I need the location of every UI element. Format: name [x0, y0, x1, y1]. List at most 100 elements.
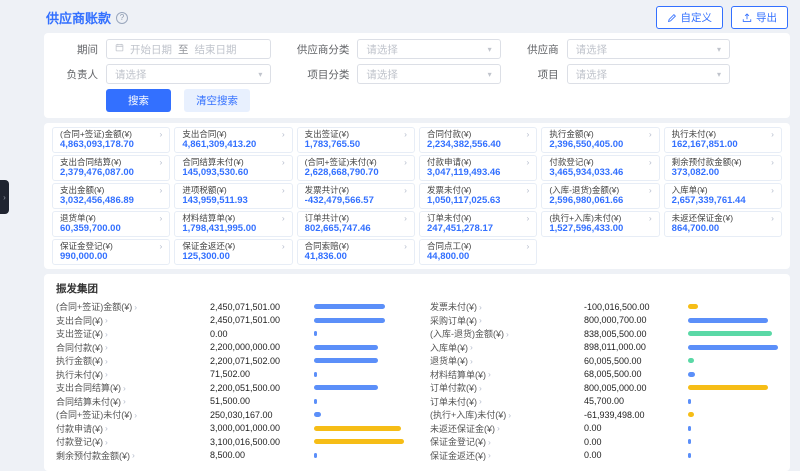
stat-card[interactable]: 合同索赔(¥) › 41,836.00	[297, 239, 415, 265]
stat-card[interactable]: 合同结算未付(¥) › 145,093,530.60	[174, 155, 292, 181]
stat-value[interactable]: 4,861,309,413.20	[182, 140, 284, 150]
stat-card[interactable]: 发票未付(¥) › 1,050,117,025.63	[419, 183, 537, 209]
stat-card[interactable]: 保证金登记(¥) › 990,000.00	[52, 239, 170, 265]
stat-value[interactable]: 3,465,934,033.46	[549, 168, 651, 178]
metric-label[interactable]: (执行+入库)未付(¥) ›	[430, 408, 580, 421]
stat-card[interactable]: 订单共计(¥) › 802,665,747.46	[297, 211, 415, 237]
metric-bar	[688, 372, 778, 377]
metric-label[interactable]: 执行金额(¥) ›	[56, 354, 206, 367]
metric-label[interactable]: (合同+签证)金额(¥) ›	[56, 300, 206, 313]
stat-card[interactable]: 执行金额(¥) › 2,396,550,405.00	[541, 127, 659, 153]
stat-value[interactable]: 247,451,278.17	[427, 224, 529, 234]
metric-label[interactable]: 执行未付(¥) ›	[56, 368, 206, 381]
export-button[interactable]: 导出	[731, 6, 788, 29]
metric-label[interactable]: 未返还保证金(¥) ›	[430, 422, 580, 435]
stat-card[interactable]: 材料结算单(¥) › 1,798,431,995.00	[174, 211, 292, 237]
stat-value[interactable]: 1,050,117,025.63	[427, 196, 529, 206]
stat-card[interactable]: 支出金额(¥) › 3,032,456,486.89	[52, 183, 170, 209]
metric-label[interactable]: 合同结算未付(¥) ›	[56, 395, 206, 408]
stat-value[interactable]: 2,628,668,790.70	[305, 168, 407, 178]
stat-value[interactable]: 162,167,851.00	[672, 140, 774, 150]
metric-label[interactable]: 订单未付(¥) ›	[430, 395, 580, 408]
project-category-select[interactable]: 请选择 ▾	[357, 64, 500, 84]
stat-value[interactable]: 2,657,339,761.44	[672, 196, 774, 206]
stat-value[interactable]: 373,082.00	[672, 168, 774, 178]
stat-card[interactable]: 保证金返还(¥) › 125,300.00	[174, 239, 292, 265]
owner-select[interactable]: 请选择 ▾	[106, 64, 271, 84]
metric-label[interactable]: 采购订单(¥) ›	[430, 314, 580, 327]
stat-value[interactable]: 60,359,700.00	[60, 224, 162, 234]
metric-label[interactable]: 材料结算单(¥) ›	[430, 368, 580, 381]
metric-label[interactable]: 发票未付(¥) ›	[430, 300, 580, 313]
period-range-input[interactable]: 开始日期 至 结束日期	[106, 39, 271, 59]
metric-label[interactable]: 保证金返还(¥) ›	[430, 449, 580, 462]
stat-card[interactable]: (合同+签证)金额(¥) › 4,863,093,178.70	[52, 127, 170, 153]
stat-card[interactable]: 合同点工(¥) › 44,800.00	[419, 239, 537, 265]
metric-label[interactable]: 保证金登记(¥) ›	[430, 435, 580, 448]
stat-card[interactable]: 发票共计(¥) › -432,479,566.57	[297, 183, 415, 209]
stat-card[interactable]: 未返还保证金(¥) › 864,700.00	[664, 211, 782, 237]
metric-label[interactable]: (合同+签证)未付(¥) ›	[56, 408, 206, 421]
stat-card[interactable]: 进项税额(¥) › 143,959,511.93	[174, 183, 292, 209]
stat-card[interactable]: 付款登记(¥) › 3,465,934,033.46	[541, 155, 659, 181]
metric-label[interactable]: 付款申请(¥) ›	[56, 422, 206, 435]
chevron-down-icon: ▾	[717, 45, 721, 54]
stat-card[interactable]: 剩余预付款金额(¥) › 373,082.00	[664, 155, 782, 181]
metric-label[interactable]: 退货单(¥) ›	[430, 354, 580, 367]
clear-search-button[interactable]: 清空搜索	[184, 89, 250, 112]
help-icon[interactable]: ?	[116, 12, 128, 24]
search-button[interactable]: 搜索	[106, 89, 171, 112]
metric-label[interactable]: 支出签证(¥) ›	[56, 327, 206, 340]
metric-label[interactable]: 付款登记(¥) ›	[56, 435, 206, 448]
project-select[interactable]: 请选择 ▾	[567, 64, 730, 84]
stat-card[interactable]: 执行未付(¥) › 162,167,851.00	[664, 127, 782, 153]
chevron-right-icon: ›	[526, 185, 529, 195]
stat-value[interactable]: -432,479,566.57	[305, 196, 407, 206]
stat-value[interactable]: 802,665,747.46	[305, 224, 407, 234]
stat-value[interactable]: 41,836.00	[305, 252, 407, 262]
stat-value[interactable]: 3,032,456,486.89	[60, 196, 162, 206]
stat-card[interactable]: (合同+签证)未付(¥) › 2,628,668,790.70	[297, 155, 415, 181]
stat-card[interactable]: 支出合同结算(¥) › 2,379,476,087.00	[52, 155, 170, 181]
customize-button[interactable]: 自定义	[656, 6, 724, 29]
stat-value[interactable]: 1,527,596,433.00	[549, 224, 651, 234]
supplier-category-select[interactable]: 请选择 ▾	[357, 39, 500, 59]
metric-label[interactable]: 支出合同结算(¥) ›	[56, 381, 206, 394]
stat-value[interactable]: 1,783,765.50	[305, 140, 407, 150]
metric-label[interactable]: (入库-退货)金额(¥) ›	[430, 327, 580, 340]
metric-label[interactable]: 合同付款(¥) ›	[56, 341, 206, 354]
stat-card[interactable]: 退货单(¥) › 60,359,700.00	[52, 211, 170, 237]
metric-label[interactable]: 支出合同(¥) ›	[56, 314, 206, 327]
stat-card[interactable]: 付款申请(¥) › 3,047,119,493.46	[419, 155, 537, 181]
metric-value: 2,200,051,500.00	[206, 383, 314, 393]
stat-card[interactable]: 入库单(¥) › 2,657,339,761.44	[664, 183, 782, 209]
group-name[interactable]: 振发集团	[56, 281, 778, 296]
supplier-select[interactable]: 请选择 ▾	[567, 39, 730, 59]
metric-label[interactable]: 入库单(¥) ›	[430, 341, 580, 354]
metric-label[interactable]: 剩余预付款金额(¥) ›	[56, 449, 206, 462]
side-drawer-handle[interactable]: ›	[0, 180, 9, 214]
chevron-right-icon: ›	[506, 329, 509, 339]
stat-value[interactable]: 143,959,511.93	[182, 196, 284, 206]
chevron-right-icon: ›	[526, 213, 529, 223]
stat-card[interactable]: (入库-退货)金额(¥) › 2,596,980,061.66	[541, 183, 659, 209]
stat-card[interactable]: 支出签证(¥) › 1,783,765.50	[297, 127, 415, 153]
stat-value[interactable]: 990,000.00	[60, 252, 162, 262]
metric-value: 2,450,071,501.00	[206, 315, 314, 325]
stat-card[interactable]: 合同付款(¥) › 2,234,382,556.40	[419, 127, 537, 153]
stat-value[interactable]: 2,396,550,405.00	[549, 140, 651, 150]
stat-value[interactable]: 4,863,093,178.70	[60, 140, 162, 150]
stat-value[interactable]: 864,700.00	[672, 224, 774, 234]
stat-value[interactable]: 44,800.00	[427, 252, 529, 262]
stat-value[interactable]: 1,798,431,995.00	[182, 224, 284, 234]
stat-value[interactable]: 2,234,382,556.40	[427, 140, 529, 150]
stat-card[interactable]: 支出合同(¥) › 4,861,309,413.20	[174, 127, 292, 153]
stat-value[interactable]: 125,300.00	[182, 252, 284, 262]
stat-card[interactable]: (执行+入库)未付(¥) › 1,527,596,433.00	[541, 211, 659, 237]
stat-value[interactable]: 3,047,119,493.46	[427, 168, 529, 178]
stat-card[interactable]: 订单未付(¥) › 247,451,278.17	[419, 211, 537, 237]
stat-value[interactable]: 145,093,530.60	[182, 168, 284, 178]
metric-label[interactable]: 订单付款(¥) ›	[430, 381, 580, 394]
stat-value[interactable]: 2,379,476,087.00	[60, 168, 162, 178]
stat-value[interactable]: 2,596,980,061.66	[549, 196, 651, 206]
